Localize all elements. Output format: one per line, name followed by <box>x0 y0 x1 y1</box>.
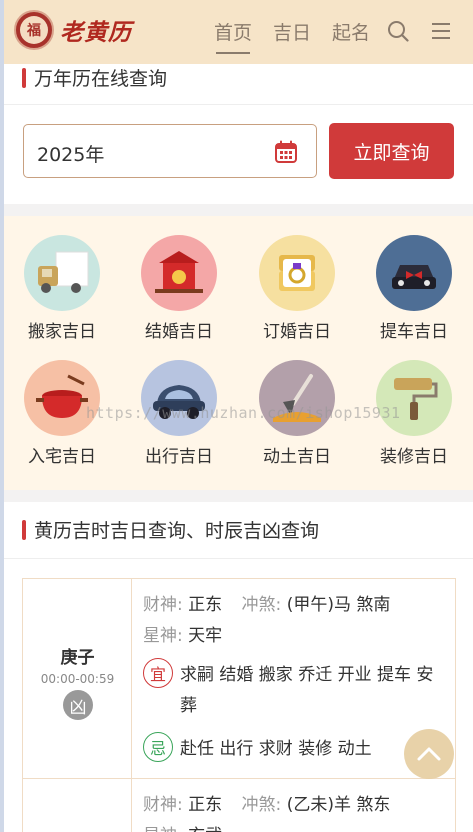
category-label: 入宅吉日 <box>28 447 96 467</box>
category-label: 订婚吉日 <box>263 322 331 342</box>
watermark-text: https://www.huzhan.com/ishop15931 <box>86 404 401 422</box>
chevron-up-icon <box>417 747 441 761</box>
logo-seal: 福 <box>14 10 54 50</box>
category-label: 装修吉日 <box>380 447 448 467</box>
divider <box>4 104 473 105</box>
star-label: 星神: <box>143 626 183 646</box>
moving-truck-icon <box>24 235 100 311</box>
menu-icon[interactable] <box>430 20 452 42</box>
hour-time: 00:00-00:59 <box>40 672 115 686</box>
nav-home[interactable]: 首页 <box>214 18 252 54</box>
search-icon[interactable] <box>387 20 409 42</box>
category-moving[interactable]: 搬家吉日 <box>7 235 117 342</box>
wealth-value: 正东 <box>188 595 223 615</box>
year-value: 2025年 <box>37 144 105 166</box>
hours-query-panel: 黄历吉时吉日查询、时辰吉凶查询 庚子 00:00-00:59 凶 财神: 正东 … <box>4 502 473 832</box>
star-value: 天牢 <box>188 626 223 646</box>
title-accent-bar <box>22 67 26 88</box>
hours-table: 庚子 00:00-00:59 凶 财神: 正东 冲煞: (甲午)马 煞南 星神:… <box>22 578 456 832</box>
page-left-edge <box>0 0 4 832</box>
hours-query-title: 黄历吉时吉日查询、时辰吉凶查询 <box>34 520 320 542</box>
category-label: 搬家吉日 <box>28 322 96 342</box>
hour-name: 庚子 <box>60 648 95 668</box>
ji-activities: 赴任 出行 求财 装修 动土 <box>180 739 372 759</box>
cooking-pot-icon <box>24 360 100 436</box>
yi-badge: 宜 <box>143 658 173 688</box>
category-label: 提车吉日 <box>380 322 448 342</box>
wealth-value: 正东 <box>188 795 223 815</box>
hour-cell: 庚子 00:00-00:59 凶 <box>23 579 132 778</box>
star-value: 玄武 <box>188 826 222 832</box>
wealth-label: 财神: <box>143 795 183 815</box>
star-label: 星神: <box>143 826 183 832</box>
category-grid: 搬家吉日 结婚吉日 订婚吉日 提车吉日 入宅吉日 出行吉日 动土吉日 装修吉日 <box>4 216 473 490</box>
calendar-icon[interactable] <box>274 140 298 164</box>
wealth-label: 财神: <box>143 595 183 615</box>
ji-badge: 忌 <box>143 732 173 762</box>
wealth-clash-line: 财神: 正东 冲煞: (甲午)马 煞南 <box>143 590 390 615</box>
logo-seal-char: 福 <box>20 16 48 44</box>
main-nav: 首页 吉日 起名 <box>214 18 391 54</box>
wealth-clash-line: 财神: 正东 冲煞: (乙未)羊 煞东 <box>143 790 390 815</box>
site-logo[interactable]: 福 老黄历 <box>14 10 132 50</box>
verdict-badge: 凶 <box>63 690 93 720</box>
year-picker-field[interactable]: 2025年 <box>23 124 317 178</box>
ring-box-icon <box>259 235 335 311</box>
category-wedding[interactable]: 结婚吉日 <box>124 235 234 342</box>
clash-label: 冲煞: <box>241 795 282 815</box>
nav-naming[interactable]: 起名 <box>332 18 370 54</box>
shovel-icon <box>259 360 335 436</box>
new-car-icon <box>376 235 452 311</box>
section-title: 黄历吉时吉日查询、时辰吉凶查询 <box>22 516 319 543</box>
yi-activities: 求嗣 结婚 搬家 乔迁 开业 提车 安葬 <box>180 665 434 716</box>
nav-auspicious-days[interactable]: 吉日 <box>273 18 311 54</box>
category-label: 结婚吉日 <box>145 322 213 342</box>
clash-value: (甲午)马 煞南 <box>286 595 391 615</box>
category-new-car[interactable]: 提车吉日 <box>359 235 469 342</box>
hour-cell <box>23 779 132 832</box>
logo-text: 老黄历 <box>60 19 132 46</box>
category-label: 动土吉日 <box>263 447 331 467</box>
star-line: 星神: 玄武 <box>143 821 222 832</box>
wedding-sedan-icon <box>141 235 217 311</box>
top-header: 福 老黄历 首页 吉日 起名 <box>0 0 473 64</box>
star-line: 星神: 天牢 <box>143 621 222 646</box>
calendar-query-title: 万年历在线查询 <box>34 68 168 90</box>
calendar-query-panel: 万年历在线查询 2025年 立即查询 <box>4 64 473 204</box>
query-now-button[interactable]: 立即查询 <box>329 123 454 179</box>
category-engagement[interactable]: 订婚吉日 <box>242 235 352 342</box>
divider <box>4 558 473 559</box>
table-row: 财神: 正东 冲煞: (乙未)羊 煞东 星神: 玄武 <box>23 779 455 832</box>
clash-label: 冲煞: <box>241 595 282 615</box>
title-accent-bar <box>22 519 26 540</box>
category-label: 出行吉日 <box>145 447 213 467</box>
table-row: 庚子 00:00-00:59 凶 财神: 正东 冲煞: (甲午)马 煞南 星神:… <box>23 579 455 779</box>
clash-value: (乙未)羊 煞东 <box>286 795 391 815</box>
section-title: 万年历在线查询 <box>22 64 167 91</box>
back-to-top-button[interactable] <box>404 729 454 779</box>
paint-roller-icon <box>376 360 452 436</box>
car-icon <box>141 360 217 436</box>
